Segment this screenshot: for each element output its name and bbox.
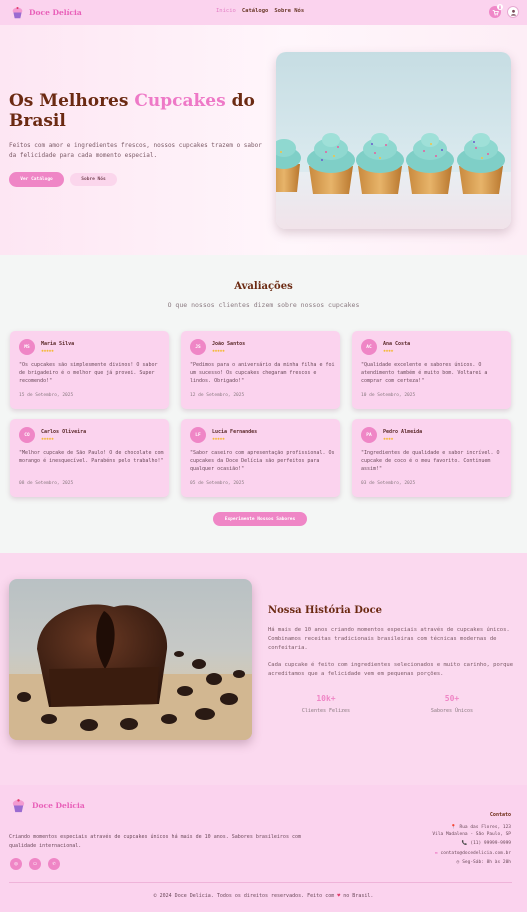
reviews-subtitle: O que nossos clientes dizem sobre nossos…: [167, 301, 360, 309]
review-text: "Qualidade excelente e sabores únicos. O…: [361, 362, 488, 384]
reviewer-name: Maria Silva: [41, 341, 75, 347]
avatar: MS: [19, 339, 35, 355]
review-date: 15 de Setembro, 2025: [19, 393, 74, 398]
phone-icon: 📞: [461, 841, 468, 846]
reviewer-name: Ana Costa: [383, 341, 411, 347]
story-paragraph-2: Cada cupcake é feito com ingredientes se…: [268, 662, 514, 677]
rating-stars: ★★★★★: [41, 348, 54, 354]
cart-count-badge: 0: [497, 4, 503, 10]
facebook-icon: ▭: [33, 861, 37, 867]
reviewer-name: Pedro Almeida: [383, 429, 423, 435]
stat-label: Sabores Únicos: [430, 708, 474, 714]
rating-stars: ★★★★: [383, 348, 394, 354]
footer: Doce Delícia Criando momentos especiais …: [0, 785, 527, 912]
view-catalog-button[interactable]: Ver Catálogo: [9, 172, 64, 187]
muffin-photo: [9, 604, 252, 740]
review-card: LF Lucia Fernandes ★★★★★ "Sabor caseiro …: [181, 419, 340, 497]
brand[interactable]: Doce Delícia: [11, 6, 82, 19]
rating-stars: ★★★★★: [212, 348, 225, 354]
cart-button[interactable]: 0: [489, 4, 503, 18]
try-flavors-button[interactable]: Experimente Nossos Sabores: [213, 512, 307, 526]
whatsapp-button[interactable]: ✆: [48, 858, 60, 870]
avatar: AC: [361, 339, 377, 355]
hero-cupcakes-image: [276, 52, 511, 229]
review-card: JS João Santos ★★★★★ "Pedimos para o ani…: [181, 331, 340, 409]
about-us-button[interactable]: Sobre Nós: [70, 173, 117, 186]
stat-label: Clientes Felizes: [301, 708, 351, 714]
avatar: JS: [190, 339, 206, 355]
review-text: "Sabor caseiro com apresentação profissi…: [190, 450, 335, 472]
address-line-2: Vila Madalena - São Paulo, SP: [432, 832, 511, 837]
review-text: "Pedimos para o aniversário da minha fil…: [190, 362, 335, 384]
story-title: Nossa História Doce: [268, 605, 383, 616]
cupcake-logo-icon: [12, 799, 25, 813]
reviewer-name: Carlos Oliveira: [41, 429, 87, 435]
nav-link-inicio[interactable]: Início: [216, 8, 236, 14]
chocolate-muffin-image: [9, 579, 252, 740]
reviews-title: Avaliações: [234, 281, 293, 292]
review-card: AC Ana Costa ★★★★ "Qualidade excelente e…: [352, 331, 511, 409]
footer-description: Criando momentos especiais através de cu…: [9, 834, 301, 849]
email-icon: ✉: [434, 851, 438, 856]
top-nav: Doce Delícia Início Catálogo Sobre Nós 0: [0, 0, 527, 25]
hero-subtitle: Feitos com amor e ingredientes frescos, …: [9, 142, 262, 159]
reviewer-name: Lucia Fernandes: [212, 429, 258, 435]
review-date: 08 de Setembro, 2025: [19, 481, 74, 486]
story-section: Nossa História Doce Há mais de 10 anos c…: [0, 553, 527, 785]
instagram-button[interactable]: ◎: [10, 858, 22, 870]
brand-name: Doce Delícia: [29, 8, 82, 17]
heart-icon: ♥: [337, 893, 341, 899]
review-card: PA Pedro Almeida ★★★★ "Ingredientes de q…: [352, 419, 511, 497]
review-card: CO Carlos Oliveira ★★★★★ "Melhor cupcake…: [10, 419, 169, 497]
review-text: "Ingredientes de qualidade e sabor incrí…: [361, 450, 500, 472]
hero-title: Os Melhores Cupcakes do Brasil: [9, 91, 255, 131]
location-icon: 📍: [450, 825, 457, 830]
footer-divider: [9, 882, 512, 883]
rating-stars: ★★★★★: [41, 436, 54, 442]
review-text: "Melhor cupcake de São Paulo! O de choco…: [19, 450, 164, 464]
review-date: 12 de Setembro, 2025: [190, 393, 245, 398]
footer-brand-name: Doce Delícia: [32, 801, 85, 810]
whatsapp-icon: ✆: [52, 861, 56, 867]
footer-brand[interactable]: Doce Delícia: [11, 798, 85, 813]
email-line[interactable]: ✉ contato@docedelicia.com.br: [435, 851, 511, 856]
cupcake-logo-icon: [12, 6, 23, 19]
avatar: PA: [361, 427, 377, 443]
reviewer-name: João Santos: [212, 341, 246, 347]
review-text: "Os cupcakes são simplesmente divinos! O…: [19, 362, 158, 384]
cupcakes-photo: [276, 133, 511, 229]
avatar: CO: [19, 427, 35, 443]
nav-link-sobre[interactable]: Sobre Nós: [274, 8, 304, 14]
user-button[interactable]: [507, 6, 519, 18]
nav-link-catalogo[interactable]: Catálogo: [242, 8, 269, 14]
phone-line: 📞 (11) 99999-9999: [461, 841, 511, 846]
hours-line: ◷ Seg-Sáb: 8h às 20h: [456, 860, 512, 865]
instagram-icon: ◎: [14, 861, 18, 867]
rating-stars: ★★★★★: [212, 436, 225, 442]
stat-value: 50+: [444, 694, 460, 703]
facebook-button[interactable]: ▭: [29, 858, 41, 870]
stat-value: 10k+: [316, 694, 336, 703]
review-date: 05 de Setembro, 2025: [190, 481, 245, 486]
avatar: LF: [190, 427, 206, 443]
contact-title: Contato: [489, 812, 511, 818]
nav-links: Início Catálogo Sobre Nós: [216, 8, 304, 14]
review-card: MS Maria Silva ★★★★★ "Os cupcakes são si…: [10, 331, 169, 409]
address-line-1: 📍 Rua das Flores, 123: [450, 825, 511, 830]
clock-icon: ◷: [456, 860, 460, 865]
user-icon: [510, 9, 516, 16]
copyright: © 2024 Doce Delícia. Todos os direitos r…: [153, 893, 374, 899]
review-date: 10 de Setembro, 2025: [361, 393, 416, 398]
story-paragraph-1: Há mais de 10 anos criando momentos espe…: [268, 627, 510, 651]
rating-stars: ★★★★: [383, 436, 394, 442]
nav-icons: 0: [489, 4, 519, 18]
review-date: 03 de Setembro, 2025: [361, 481, 416, 486]
hero-section: Os Melhores Cupcakes do Brasil Feitos co…: [0, 25, 527, 255]
reviews-section: Avaliações O que nossos clientes dizem s…: [0, 255, 527, 553]
